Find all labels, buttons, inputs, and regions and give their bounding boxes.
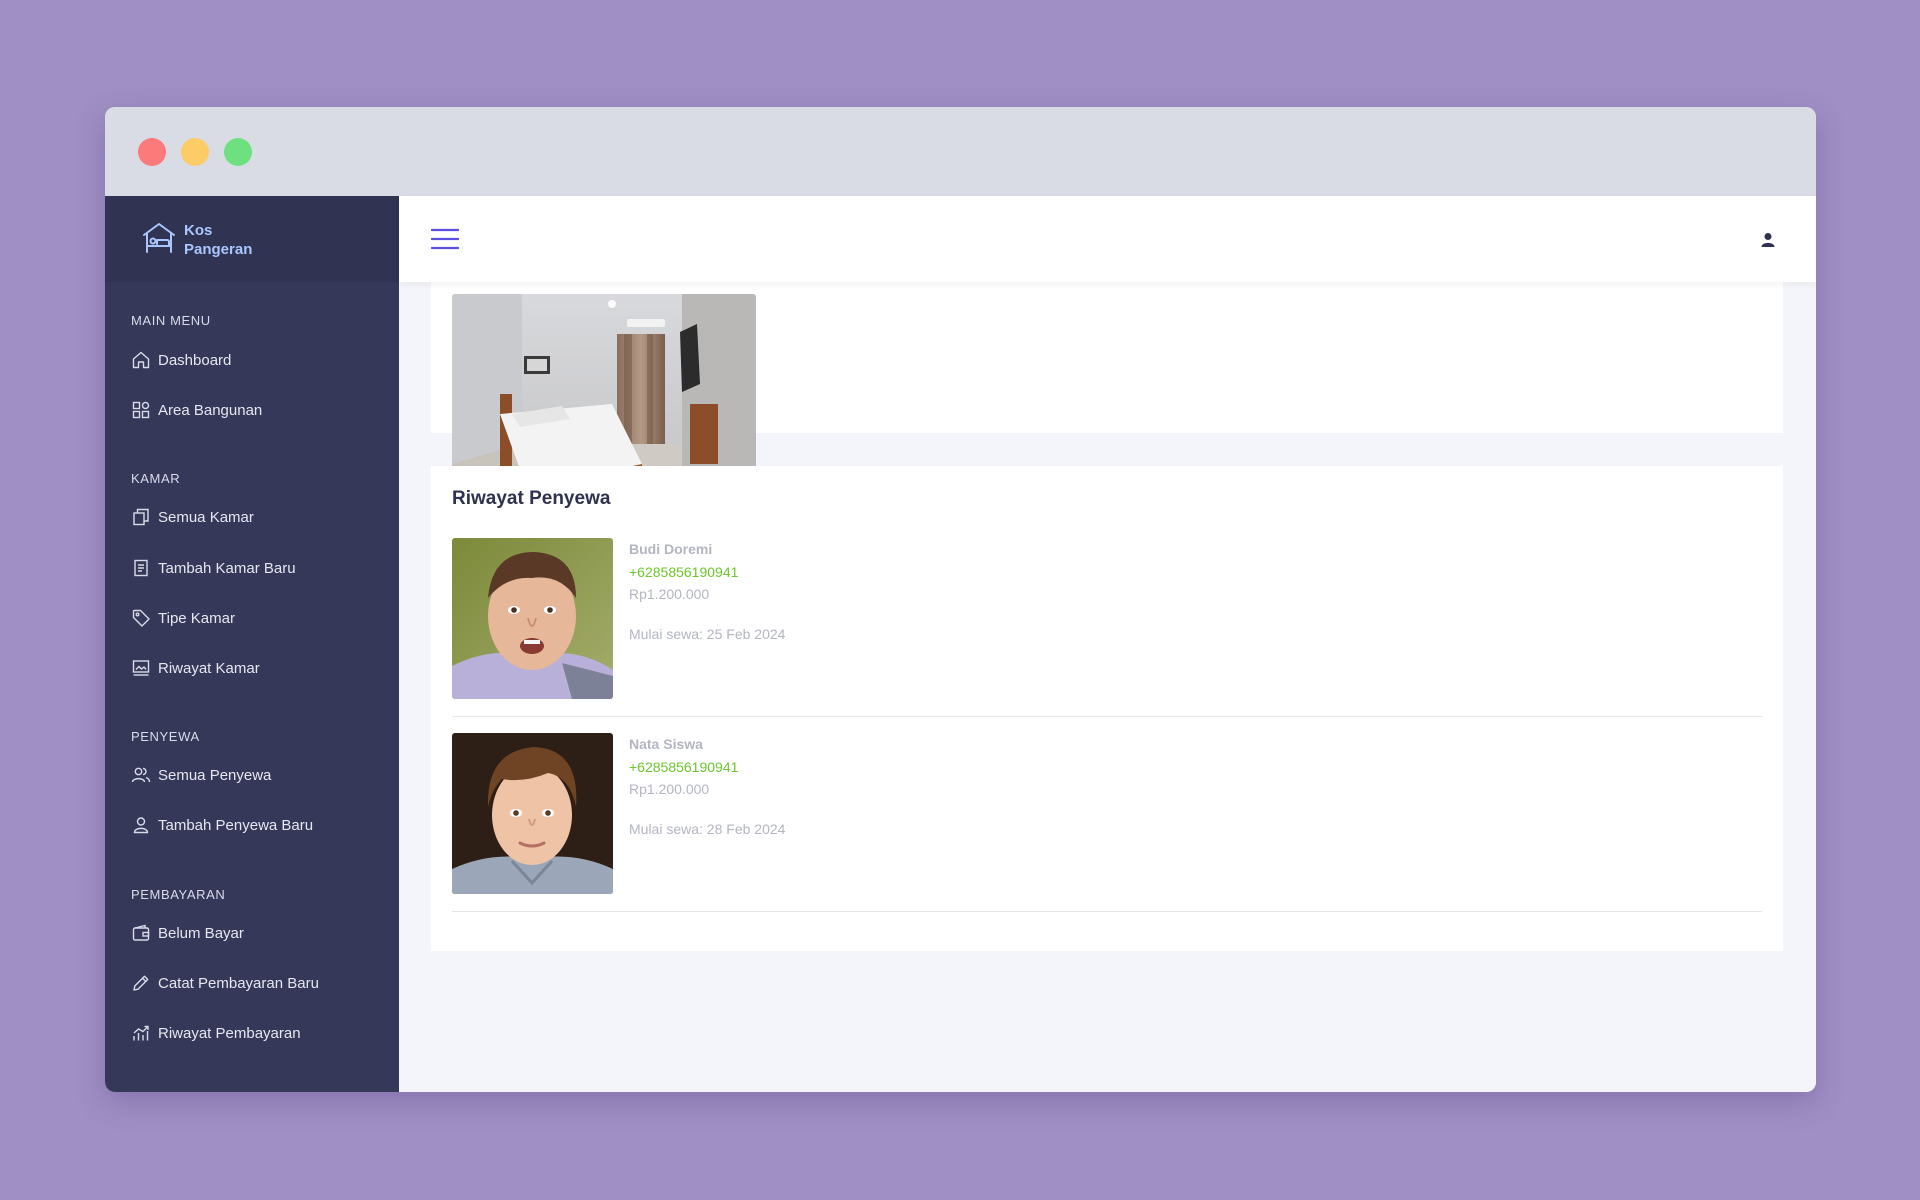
brand-line-2: Pangeran [184, 241, 253, 258]
pencil-icon [133, 975, 149, 991]
hamburger-icon[interactable] [431, 228, 459, 250]
tenant-name: Budi Doremi [629, 541, 713, 557]
sidebar-item-label: Area Bangunan [158, 401, 263, 419]
bedroom-image [452, 294, 756, 495]
sidebar-item-riwayat-kamar[interactable]: Riwayat Kamar [131, 653, 260, 683]
window-titlebar [105, 107, 1816, 196]
sidebar-item-semua-kamar[interactable]: Semua Kamar [131, 502, 254, 532]
sidebar: Kos Pangeran MAIN MENU Dashboard Area Ba… [105, 196, 399, 1092]
image-icon [132, 660, 150, 676]
grid-icon [132, 401, 150, 419]
section-penyewa: PENYEWA [131, 729, 200, 744]
tenant-price: Rp1.200.000 [629, 586, 710, 602]
room-photo [452, 294, 756, 495]
tenant-name: Nata Siswa [629, 736, 703, 752]
home-icon [132, 351, 150, 369]
document-icon [134, 559, 148, 577]
sidebar-item-tambah-penyewa[interactable]: Tambah Penyewa Baru [131, 810, 313, 840]
tenant-phone-link[interactable]: +6285856190941 [629, 759, 738, 775]
sidebar-item-semua-penyewa[interactable]: Semua Penyewa [131, 760, 271, 790]
sidebar-item-label: Semua Penyewa [158, 766, 272, 784]
sidebar-item-label: Belum Bayar [158, 924, 244, 942]
sidebar-item-label: Catat Pembayaran Baru [158, 974, 319, 992]
brand-line-1: Kos [184, 222, 213, 239]
maximize-window-button[interactable] [224, 138, 252, 166]
tenant-photo [452, 538, 613, 699]
users-icon [131, 767, 151, 783]
sidebar-item-belum-bayar[interactable]: Belum Bayar [131, 918, 244, 948]
house-bed-icon [143, 223, 175, 253]
sidebar-item-dashboard[interactable]: Dashboard [131, 345, 231, 375]
brand[interactable]: Kos Pangeran [105, 196, 399, 282]
sidebar-item-label: Riwayat Kamar [158, 659, 260, 677]
tenant-start-date: Mulai sewa: 28 Feb 2024 [629, 821, 786, 837]
sidebar-item-tipe-kamar[interactable]: Tipe Kamar [131, 603, 235, 633]
wallet-icon [132, 924, 150, 941]
sidebar-item-label: Tambah Kamar Baru [158, 559, 296, 577]
main-content: Riwayat Penyewa Budi Doremi +62858561909… [399, 196, 1816, 1092]
section-pembayaran: PEMBAYARAN [131, 887, 226, 902]
tenant-phone-link[interactable]: +6285856190941 [629, 564, 738, 580]
sidebar-item-riwayat-pembayaran[interactable]: Riwayat Pembayaran [131, 1018, 301, 1048]
section-main-menu: MAIN MENU [131, 313, 211, 328]
tenant-price: Rp1.200.000 [629, 781, 710, 797]
room-photo-card [431, 282, 1783, 495]
tenant-start-date: Mulai sewa: 25 Feb 2024 [629, 626, 786, 642]
minimize-window-button[interactable] [181, 138, 209, 166]
top-navbar [399, 196, 1816, 282]
sidebar-item-label: Semua Kamar [158, 508, 254, 526]
chart-icon [133, 1025, 149, 1041]
sidebar-item-label: Tipe Kamar [158, 609, 235, 627]
sidebar-item-catat-pembayaran[interactable]: Catat Pembayaran Baru [131, 968, 319, 998]
copy-icon [133, 508, 149, 526]
sidebar-item-area-bangunan[interactable]: Area Bangunan [131, 395, 262, 425]
brand-name: Kos Pangeran [184, 221, 252, 259]
tenant-photo [452, 733, 613, 894]
card-title: Riwayat Penyewa [452, 488, 611, 509]
sidebar-item-label: Dashboard [158, 351, 232, 369]
sidebar-item-label: Riwayat Pembayaran [158, 1024, 301, 1042]
tag-icon [132, 609, 150, 627]
sidebar-item-tambah-kamar[interactable]: Tambah Kamar Baru [131, 553, 296, 583]
tenant-item: Budi Doremi +6285856190941 Rp1.200.000 M… [452, 538, 1762, 717]
tenant-avatar-image [452, 538, 613, 699]
tenant-item: Nata Siswa +6285856190941 Rp1.200.000 Mu… [452, 733, 1762, 912]
close-window-button[interactable] [138, 138, 166, 166]
user-icon[interactable] [1760, 232, 1776, 248]
app-window: Kos Pangeran MAIN MENU Dashboard Area Ba… [105, 107, 1816, 1092]
tenant-history-card: Riwayat Penyewa Budi Doremi +62858561909… [431, 466, 1783, 951]
user-icon [133, 817, 149, 834]
tenant-avatar-image [452, 733, 613, 894]
sidebar-item-label: Tambah Penyewa Baru [158, 816, 314, 834]
section-kamar: KAMAR [131, 471, 181, 486]
